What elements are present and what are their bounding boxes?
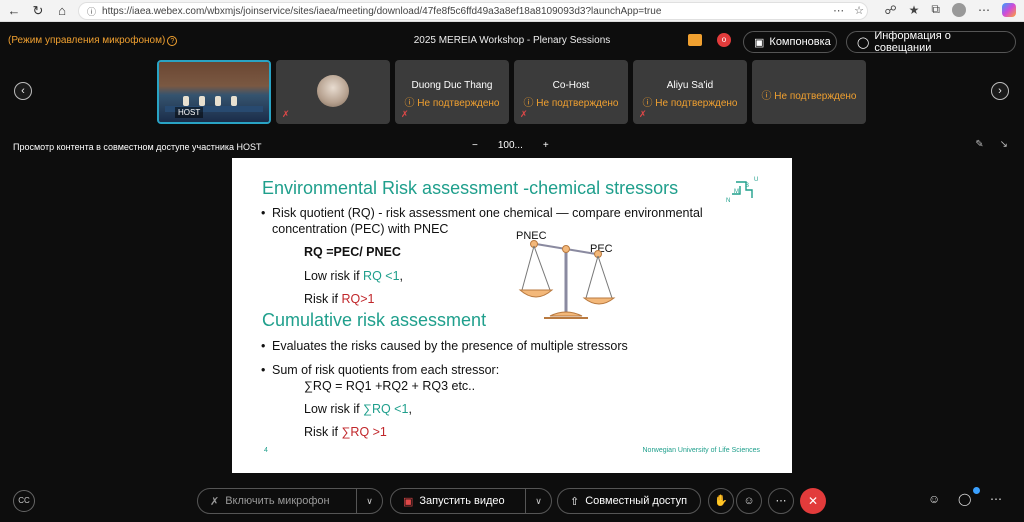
participant-tile[interactable]: Duong Duc Thang ⓘ Не подтверждено ✗ (395, 60, 509, 124)
copilot-icon[interactable] (1002, 2, 1016, 17)
svg-text:U: U (754, 177, 758, 183)
zoom-out-button[interactable]: − (472, 140, 478, 151)
participant-unverified: ⓘ Не подтверждено (523, 98, 619, 109)
url-text: https://iaea.webex.com/wbxmjs/joinservic… (102, 5, 662, 17)
participant-name: Duong Duc Thang (411, 80, 493, 91)
share-button[interactable]: ⇧ Совместный доступ (557, 488, 701, 514)
slide-subtitle: Cumulative risk assessment (262, 310, 487, 330)
host-label: HOST (175, 107, 204, 118)
extensions-icon[interactable]: ☍ (885, 3, 897, 17)
collections-icon[interactable]: ⧉ (931, 2, 940, 17)
video-off-icon: ▣ (403, 495, 414, 508)
layout-label: Компоновка (769, 36, 831, 48)
strip-next-arrow-icon[interactable]: › (991, 82, 1009, 100)
chat-bubble-icon[interactable] (688, 34, 702, 46)
strip-prev-arrow-icon[interactable]: ‹ (14, 82, 32, 100)
participant-unverified: ⓘ Не подтверждено (642, 98, 738, 109)
low-risk-line: Low risk if RQ <1, (304, 269, 404, 283)
share-icon: ⇧ (570, 495, 580, 508)
start-video-label: Запустить видео (419, 495, 505, 507)
recording-badge[interactable]: o (717, 33, 731, 47)
participant-strip: ‹ HOST ✗ Duong Duc Thang ⓘ Не подтвержде… (0, 60, 1024, 126)
muted-mic-icon: ✗ (520, 109, 528, 119)
captions-button[interactable]: CC (13, 490, 35, 512)
slide-title: Environmental Risk assessment -chemical … (262, 178, 679, 198)
slide-page-number: 4 (264, 447, 268, 454)
svg-text:N: N (726, 198, 730, 204)
participant-tile[interactable]: Co-Host ⓘ Не подтверждено ✗ (514, 60, 628, 124)
muted-mic-icon: ✗ (282, 109, 290, 119)
bullet-evaluates: Evaluates the risks caused by the presen… (261, 339, 628, 353)
svg-text:M: M (734, 189, 739, 195)
more-icon[interactable]: ⋯ (833, 4, 844, 17)
zoom-in-button[interactable]: + (543, 140, 549, 151)
shield-icon: ◯ (857, 36, 870, 49)
meeting-info-button[interactable]: ◯ Информация о совещании (846, 30, 1016, 54)
participant-name: Aliyu Sa'id (666, 80, 714, 91)
start-video-button[interactable]: ▣ Запустить видео ∨ (390, 488, 552, 514)
panel-more-icon[interactable]: ⋯ (990, 492, 1002, 506)
share-content-label: Просмотр контента в совместном доступе у… (13, 142, 262, 152)
bullet-rq: Risk quotient (RQ) - risk assessment one… (261, 206, 703, 220)
participants-icon[interactable]: ☺ (928, 492, 940, 506)
webex-meeting-window: (Режим управления микрофоном)? 2025 MERE… (0, 22, 1024, 522)
participant-unverified: ⓘ Не подтверждено (404, 98, 500, 109)
mic-options-chevron-icon[interactable]: ∨ (356, 488, 382, 514)
sum-formula: ∑RQ = RQ1 +RQ2 + RQ3 etc.. (304, 379, 476, 393)
back-icon[interactable]: ← (4, 1, 24, 21)
participant-tile[interactable]: Aliyu Sa'id ⓘ Не подтверждено ✗ (633, 60, 747, 124)
unmute-button[interactable]: ✗ Включить микрофон ∨ (197, 488, 383, 514)
participant-unverified: ⓘ Не подтверждено (761, 91, 857, 102)
balance-scale-icon (518, 240, 616, 319)
home-icon[interactable]: ⌂ (52, 1, 72, 21)
reactions-button[interactable]: ☺ (736, 488, 762, 514)
zoom-level: 100... (497, 140, 523, 151)
meeting-info-label: Информация о совещании (874, 30, 951, 54)
settings-more-icon[interactable]: ⋯ (978, 3, 990, 17)
chat-notification-dot (973, 487, 980, 494)
layout-button[interactable]: ▣ Компоновка (743, 31, 837, 53)
participant-avatar (317, 75, 349, 107)
browser-toolbar: ← ↻ ⌂ ⓘ https://iaea.webex.com/wbxmjs/jo… (0, 0, 1024, 22)
leave-meeting-button[interactable]: ✕ (800, 488, 826, 514)
layout-icon: ▣ (754, 36, 765, 49)
address-bar[interactable]: ⓘ https://iaea.webex.com/wbxmjs/joinserv… (78, 2, 868, 20)
participant-tile[interactable]: ⓘ Не подтверждено (752, 60, 866, 124)
participant-tile-host[interactable]: HOST (157, 60, 271, 124)
muted-mic-icon: ✗ (639, 109, 647, 119)
unmute-label: Включить микрофон (225, 495, 330, 507)
bullet-sum: Sum of risk quotients from each stressor… (261, 363, 499, 377)
share-label: Совместный доступ (585, 495, 688, 507)
reload-icon[interactable]: ↻ (28, 1, 48, 21)
collapse-icon[interactable]: ↘ (1000, 139, 1008, 150)
rq-formula: RQ =PEC/ PNEC (304, 245, 401, 259)
shared-slide: Environmental Risk assessment -chemical … (232, 158, 792, 473)
meeting-controls: CC ✗ Включить микрофон ∨ ▣ Запустить вид… (0, 484, 1024, 522)
profile-avatar[interactable] (952, 2, 966, 17)
svg-text:B: B (745, 183, 749, 189)
participant-name: Co-Host (552, 80, 590, 91)
muted-mic-icon: ✗ (210, 495, 220, 508)
annotate-icon[interactable]: ✎ (975, 139, 983, 150)
nmbu-logo: N M B U (726, 177, 758, 204)
favorite-star-icon[interactable]: ☆ (854, 4, 864, 17)
meeting-topbar: (Режим управления микрофоном)? 2025 MERE… (0, 22, 1024, 60)
muted-mic-icon: ✗ (401, 109, 409, 119)
risk-sum-line: Risk if ∑RQ >1 (304, 425, 387, 439)
zoom-controls: − 100... + (472, 140, 549, 151)
chat-icon[interactable]: ◯ (958, 492, 971, 506)
bullet-rq-line2: concentration (PEC) with PNEC (272, 222, 449, 236)
more-options-button[interactable]: ⋯ (768, 488, 794, 514)
low-risk-sum-line: Low risk if ∑RQ <1, (304, 402, 412, 416)
slide-footer-university: Norwegian University of Life Sciences (642, 447, 761, 454)
risk-line: Risk if RQ>1 (304, 292, 375, 306)
participant-tile[interactable]: ✗ (276, 60, 390, 124)
video-options-chevron-icon[interactable]: ∨ (525, 488, 551, 514)
raise-hand-button[interactable]: ✋ (708, 488, 734, 514)
favorites-icon[interactable]: ★ (909, 3, 920, 17)
site-info-icon[interactable]: ⓘ (87, 5, 96, 18)
